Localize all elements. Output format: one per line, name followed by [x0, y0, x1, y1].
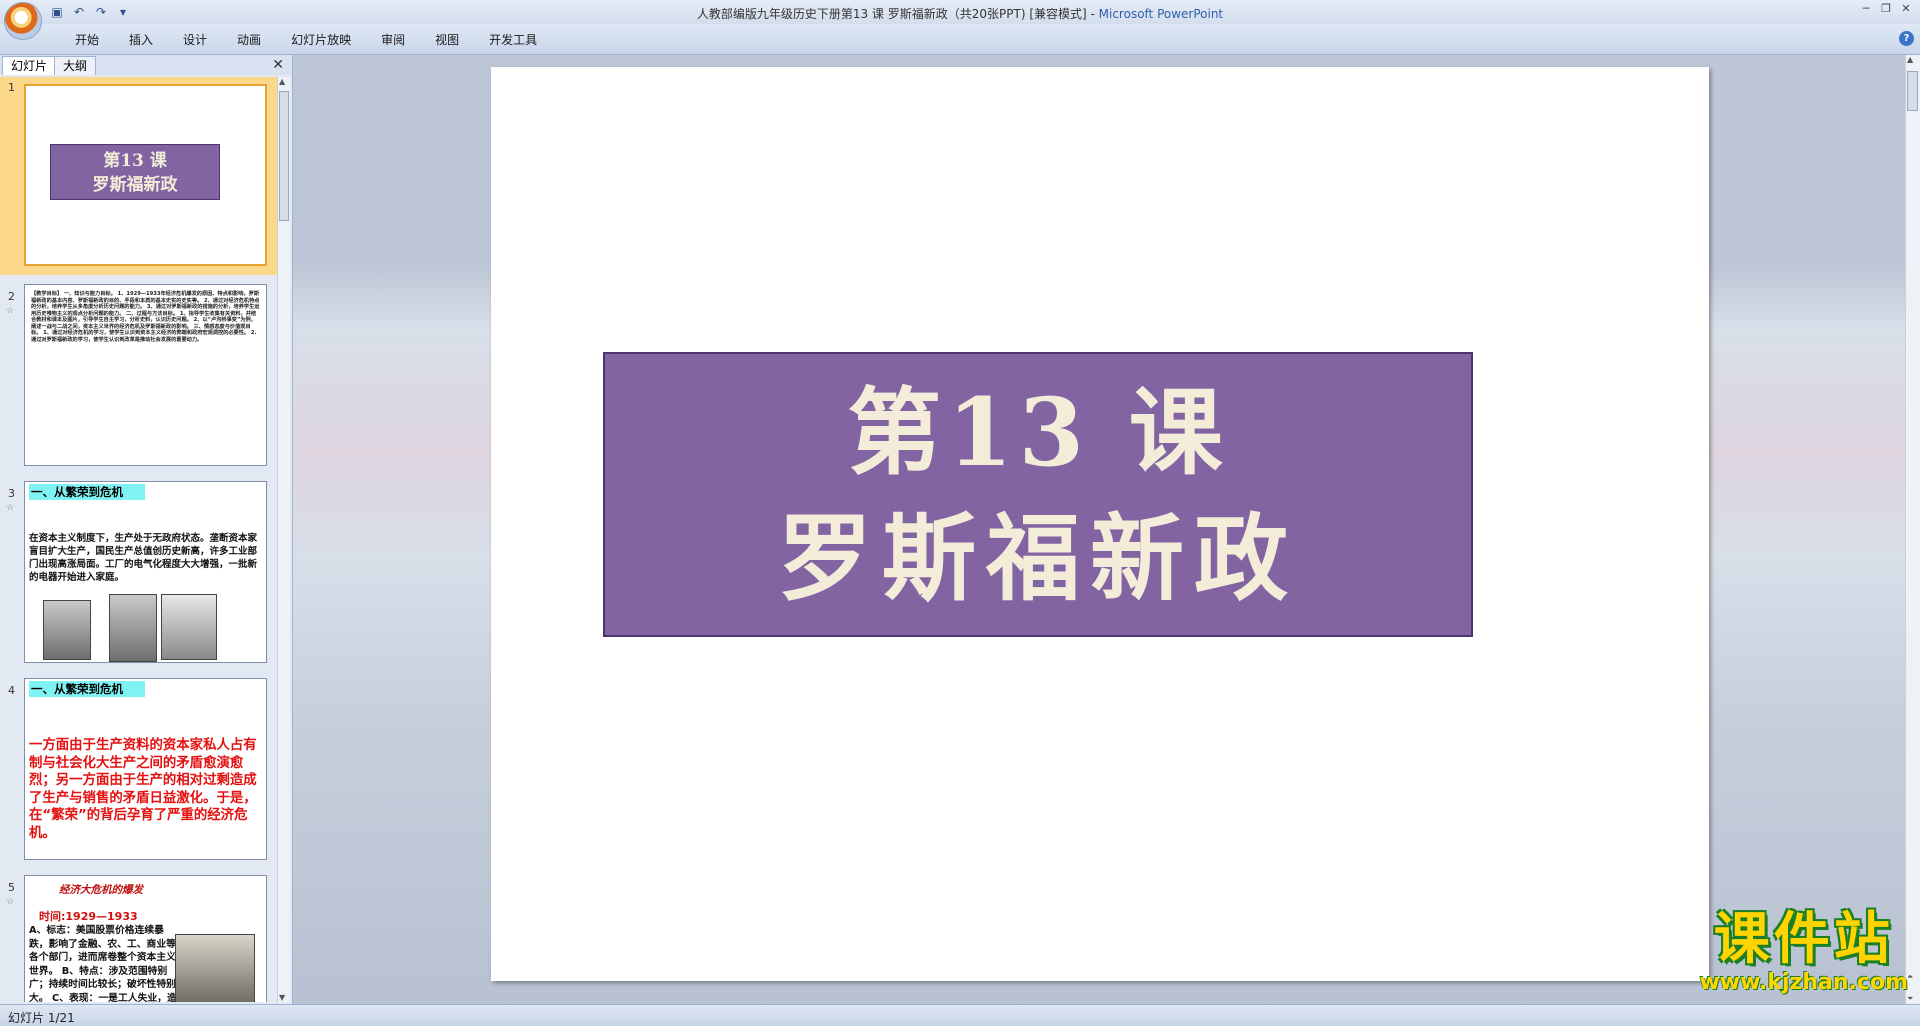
- slides-panel: 幻灯片 大纲 ✕ 1 第13 课 罗斯福新政 2 ☆ 【教学目标】 一、知识与能…: [0, 55, 293, 1004]
- thumbnail-title-box: 第13 课 罗斯福新政: [50, 144, 220, 200]
- scroll-thumb[interactable]: [1907, 71, 1918, 111]
- thumbnail-body-text: A、标志：美国股票价格连续暴跌，影响了金融、农、工、商业等各个部门，进而席卷整个…: [29, 925, 177, 1002]
- thumbnail-canvas[interactable]: 经济大危机的爆发 时间:1929—1933 A、标志：美国股票价格连续暴跌，影响…: [24, 875, 267, 1002]
- thumbnail-body-text: 一方面由于生产资料的资本家私人占有制与社会化大生产之间的矛盾愈演愈烈；另一方面由…: [29, 738, 257, 841]
- thumbnail-photo: [175, 934, 255, 1002]
- vertical-scrollbar[interactable]: ▲ ⏶ ⏷: [1905, 55, 1920, 1004]
- slide-title-line1: 第13 课: [847, 378, 1229, 488]
- slide-number: 3: [8, 487, 15, 500]
- thumbnail-body-text: 【教学目标】 一、知识与能力目标。 1、1929—1933年经济危机爆发的原因、…: [31, 291, 260, 343]
- tab-animation[interactable]: 动画: [222, 31, 276, 48]
- thumbnail-photo: [161, 594, 217, 660]
- help-icon[interactable]: ?: [1899, 31, 1914, 46]
- slide-title-box[interactable]: 第13 课 罗斯福新政: [603, 352, 1473, 637]
- tab-home[interactable]: 开始: [60, 31, 114, 48]
- tab-view[interactable]: 视图: [420, 31, 474, 48]
- animation-star-icon: ☆: [6, 897, 15, 907]
- panel-scrollbar[interactable]: ▲ ▼: [277, 77, 290, 1002]
- slide-number: 1: [8, 81, 15, 94]
- panel-tabs: 幻灯片 大纲 ✕: [0, 55, 292, 75]
- slide-title-line2: 罗斯福新政: [777, 504, 1298, 614]
- thumbnail-body-text: 在资本主义制度下，生产处于无政府状态。垄断资本家盲目扩大生产，国民生产总值创历史…: [29, 533, 258, 583]
- thumbnail-title-line2: 罗斯福新政: [92, 175, 178, 195]
- minimize-icon[interactable]: ─: [1858, 2, 1874, 16]
- slide-number: 2: [8, 290, 15, 303]
- app-name: Microsoft PowerPoint: [1098, 7, 1224, 21]
- slide-number: 4: [8, 684, 15, 697]
- status-bar: 幻灯片 1/21: [0, 1004, 1920, 1026]
- thumbnail-canvas[interactable]: 一、从繁荣到危机 一方面由于生产资料的资本家私人占有制与社会化大生产之间的矛盾愈…: [24, 678, 267, 860]
- slide-indicator: 幻灯片 1/21: [8, 1011, 75, 1025]
- title-bar: ▣ ↶ ↷ ▾ 人教部编版九年级历史下册第13 课 罗斯福新政（共20张PPT)…: [0, 0, 1920, 40]
- watermark-logo: 课件站 www.kjzhan.com: [1699, 907, 1908, 996]
- slide-number: 5: [8, 881, 15, 894]
- scroll-thumb[interactable]: [279, 91, 289, 221]
- thumbnail-time: 时间:1929—1933: [39, 910, 138, 923]
- close-icon[interactable]: ✕: [272, 57, 284, 73]
- thumbnail-photo: [109, 594, 157, 662]
- slide-editing-area: 第13 课 罗斯福新政: [293, 55, 1906, 1004]
- ribbon-tabs: 开始 插入 设计 动画 幻灯片放映 审阅 视图 开发工具: [60, 31, 552, 48]
- thumbnail-photo: [43, 600, 91, 660]
- tab-developer[interactable]: 开发工具: [474, 31, 552, 48]
- scroll-down-icon[interactable]: ▼: [279, 993, 285, 1002]
- window-controls: ─ ❐ ✕: [1858, 2, 1914, 16]
- tab-design[interactable]: 设计: [168, 31, 222, 48]
- tab-review[interactable]: 审阅: [366, 31, 420, 48]
- watermark-url: www.kjzhan.com: [1699, 970, 1908, 995]
- animation-star-icon: ☆: [6, 503, 15, 513]
- animation-star-icon: ☆: [6, 306, 15, 316]
- tab-slideshow[interactable]: 幻灯片放映: [276, 31, 366, 48]
- document-title: 人教部编版九年级历史下册第13 课 罗斯福新政（共20张PPT) [兼容模式] …: [696, 7, 1099, 21]
- thumbnail-canvas[interactable]: 【教学目标】 一、知识与能力目标。 1、1929—1933年经济危机爆发的原因、…: [24, 284, 267, 466]
- tab-slides[interactable]: 幻灯片: [2, 56, 57, 75]
- window-title: 人教部编版九年级历史下册第13 课 罗斯福新政（共20张PPT) [兼容模式] …: [0, 5, 1920, 22]
- thumbnail-canvas[interactable]: 第13 课 罗斯福新政: [24, 84, 267, 266]
- current-slide[interactable]: 第13 课 罗斯福新政: [491, 67, 1709, 981]
- thumbnail-title: 经济大危机的爆发: [59, 884, 143, 896]
- scroll-up-icon[interactable]: ▲: [279, 77, 285, 86]
- thumbnail-canvas[interactable]: 一、从繁荣到危机 在资本主义制度下，生产处于无政府状态。垄断资本家盲目扩大生产，…: [24, 481, 267, 663]
- ribbon: 开始 插入 设计 动画 幻灯片放映 审阅 视图 开发工具 ?: [0, 24, 1920, 55]
- watermark-name: 课件站: [1713, 907, 1894, 972]
- thumbnail-list: 1 第13 课 罗斯福新政 2 ☆ 【教学目标】 一、知识与能力目标。 1、19…: [0, 77, 278, 1002]
- next-slide-icon[interactable]: ⏷: [1907, 994, 1913, 1004]
- thumbnail-heading: 一、从繁荣到危机: [29, 484, 145, 500]
- tab-insert[interactable]: 插入: [114, 31, 168, 48]
- office-button[interactable]: [4, 2, 42, 40]
- scroll-up-icon[interactable]: ▲: [1907, 55, 1913, 64]
- maximize-icon[interactable]: ❐: [1878, 2, 1894, 16]
- thumbnail-heading: 一、从繁荣到危机: [29, 681, 145, 697]
- thumbnail-slide-1[interactable]: 1 第13 课 罗斯福新政: [0, 77, 278, 275]
- tab-outline[interactable]: 大纲: [54, 56, 97, 75]
- thumbnail-title-line1: 第13 课: [103, 151, 167, 171]
- close-icon[interactable]: ✕: [1898, 2, 1914, 16]
